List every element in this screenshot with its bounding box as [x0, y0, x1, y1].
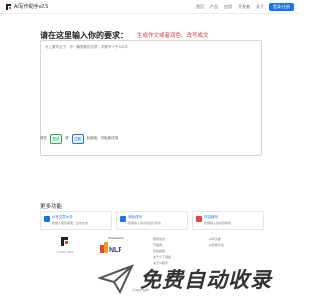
nav-link-apps[interactable]: 应用 — [224, 4, 232, 10]
watermark: 免费自动收录 — [98, 264, 272, 294]
footer-links-col2: AI写文章 AI润色平台 — [209, 237, 224, 247]
powered-by-label: Powered by — [108, 236, 124, 240]
controls-prefix: 请先 — [40, 136, 47, 140]
feature-card-condense[interactable]: 内容缩写 根据输入的内容精简 — [192, 211, 264, 230]
top-navbar: AI写作助手v2.5 首页 产品 应用 开发者 关于 登录/注册 — [0, 0, 300, 14]
feature-card-polish[interactable]: 润色改写 根据输入的内容进行润色 — [116, 211, 188, 230]
feature-title: 润色改写 — [128, 215, 142, 219]
watermark-text: 免费自动收录 — [140, 269, 272, 292]
footer-link[interactable]: AI润色平台 — [209, 243, 224, 247]
footer-logo-icon — [61, 237, 68, 246]
login-link-button[interactable]: 登录 — [50, 133, 62, 144]
footer-link[interactable]: AI写文章 — [209, 237, 224, 241]
nav-link-about[interactable]: 关于 — [256, 4, 264, 10]
controls-suffix: 后使用，可免费试用 — [86, 136, 119, 140]
paper-plane-icon — [98, 264, 134, 294]
powered-by-nlp-logo-icon: NLP — [100, 242, 121, 254]
nav-links: 首页 产品 应用 开发者 关于 — [196, 4, 264, 10]
footer-links-col1: 服务协议 开发者 隐私政策 关于小丁网络 关于AI助手 — [153, 237, 171, 265]
register-link-button[interactable]: 注册 — [71, 133, 84, 144]
condense-icon — [196, 216, 202, 222]
polish-icon — [120, 216, 126, 222]
logo-icon[interactable] — [5, 3, 12, 11]
footer-link[interactable]: 关于小丁网络 — [153, 255, 171, 259]
ai-writer-icon — [44, 216, 50, 222]
controls-middle: 或 — [65, 136, 69, 140]
nav-link-product[interactable]: 产品 — [210, 4, 218, 10]
action-row: 请先 登录 或 注册 后使用，可免费试用 — [40, 132, 118, 145]
title-hint: 生成作文或者润色、改写成文 — [137, 33, 209, 39]
footer-copyright-years: © 2021-2023 — [56, 250, 74, 254]
footer-link[interactable]: 开发者 — [153, 243, 171, 247]
nav-link-developers[interactable]: 开发者 — [238, 4, 250, 10]
login-button[interactable]: 登录/注册 — [268, 3, 294, 11]
svg-text:NLP: NLP — [109, 247, 121, 254]
footer-link[interactable]: 服务协议 — [153, 237, 171, 241]
feature-desc: 根据人类的需要，生成文章 — [52, 221, 89, 225]
feature-card-ai-writer[interactable]: AI写文章大手 根据人类的需要，生成文章 — [40, 211, 112, 230]
footer-link[interactable]: 隐私政策 — [153, 249, 171, 253]
features-title: 更多功能 — [40, 204, 63, 210]
feature-title: 内容缩写 — [204, 215, 218, 219]
feature-title: AI写文章大手 — [52, 215, 73, 219]
feature-desc: 根据输入的内容精简 — [204, 221, 232, 225]
brand-name[interactable]: AI写作助手v2.5 — [14, 3, 48, 10]
feature-desc: 根据输入的内容进行润色 — [128, 221, 162, 225]
nav-link-home[interactable]: 首页 — [196, 4, 204, 10]
